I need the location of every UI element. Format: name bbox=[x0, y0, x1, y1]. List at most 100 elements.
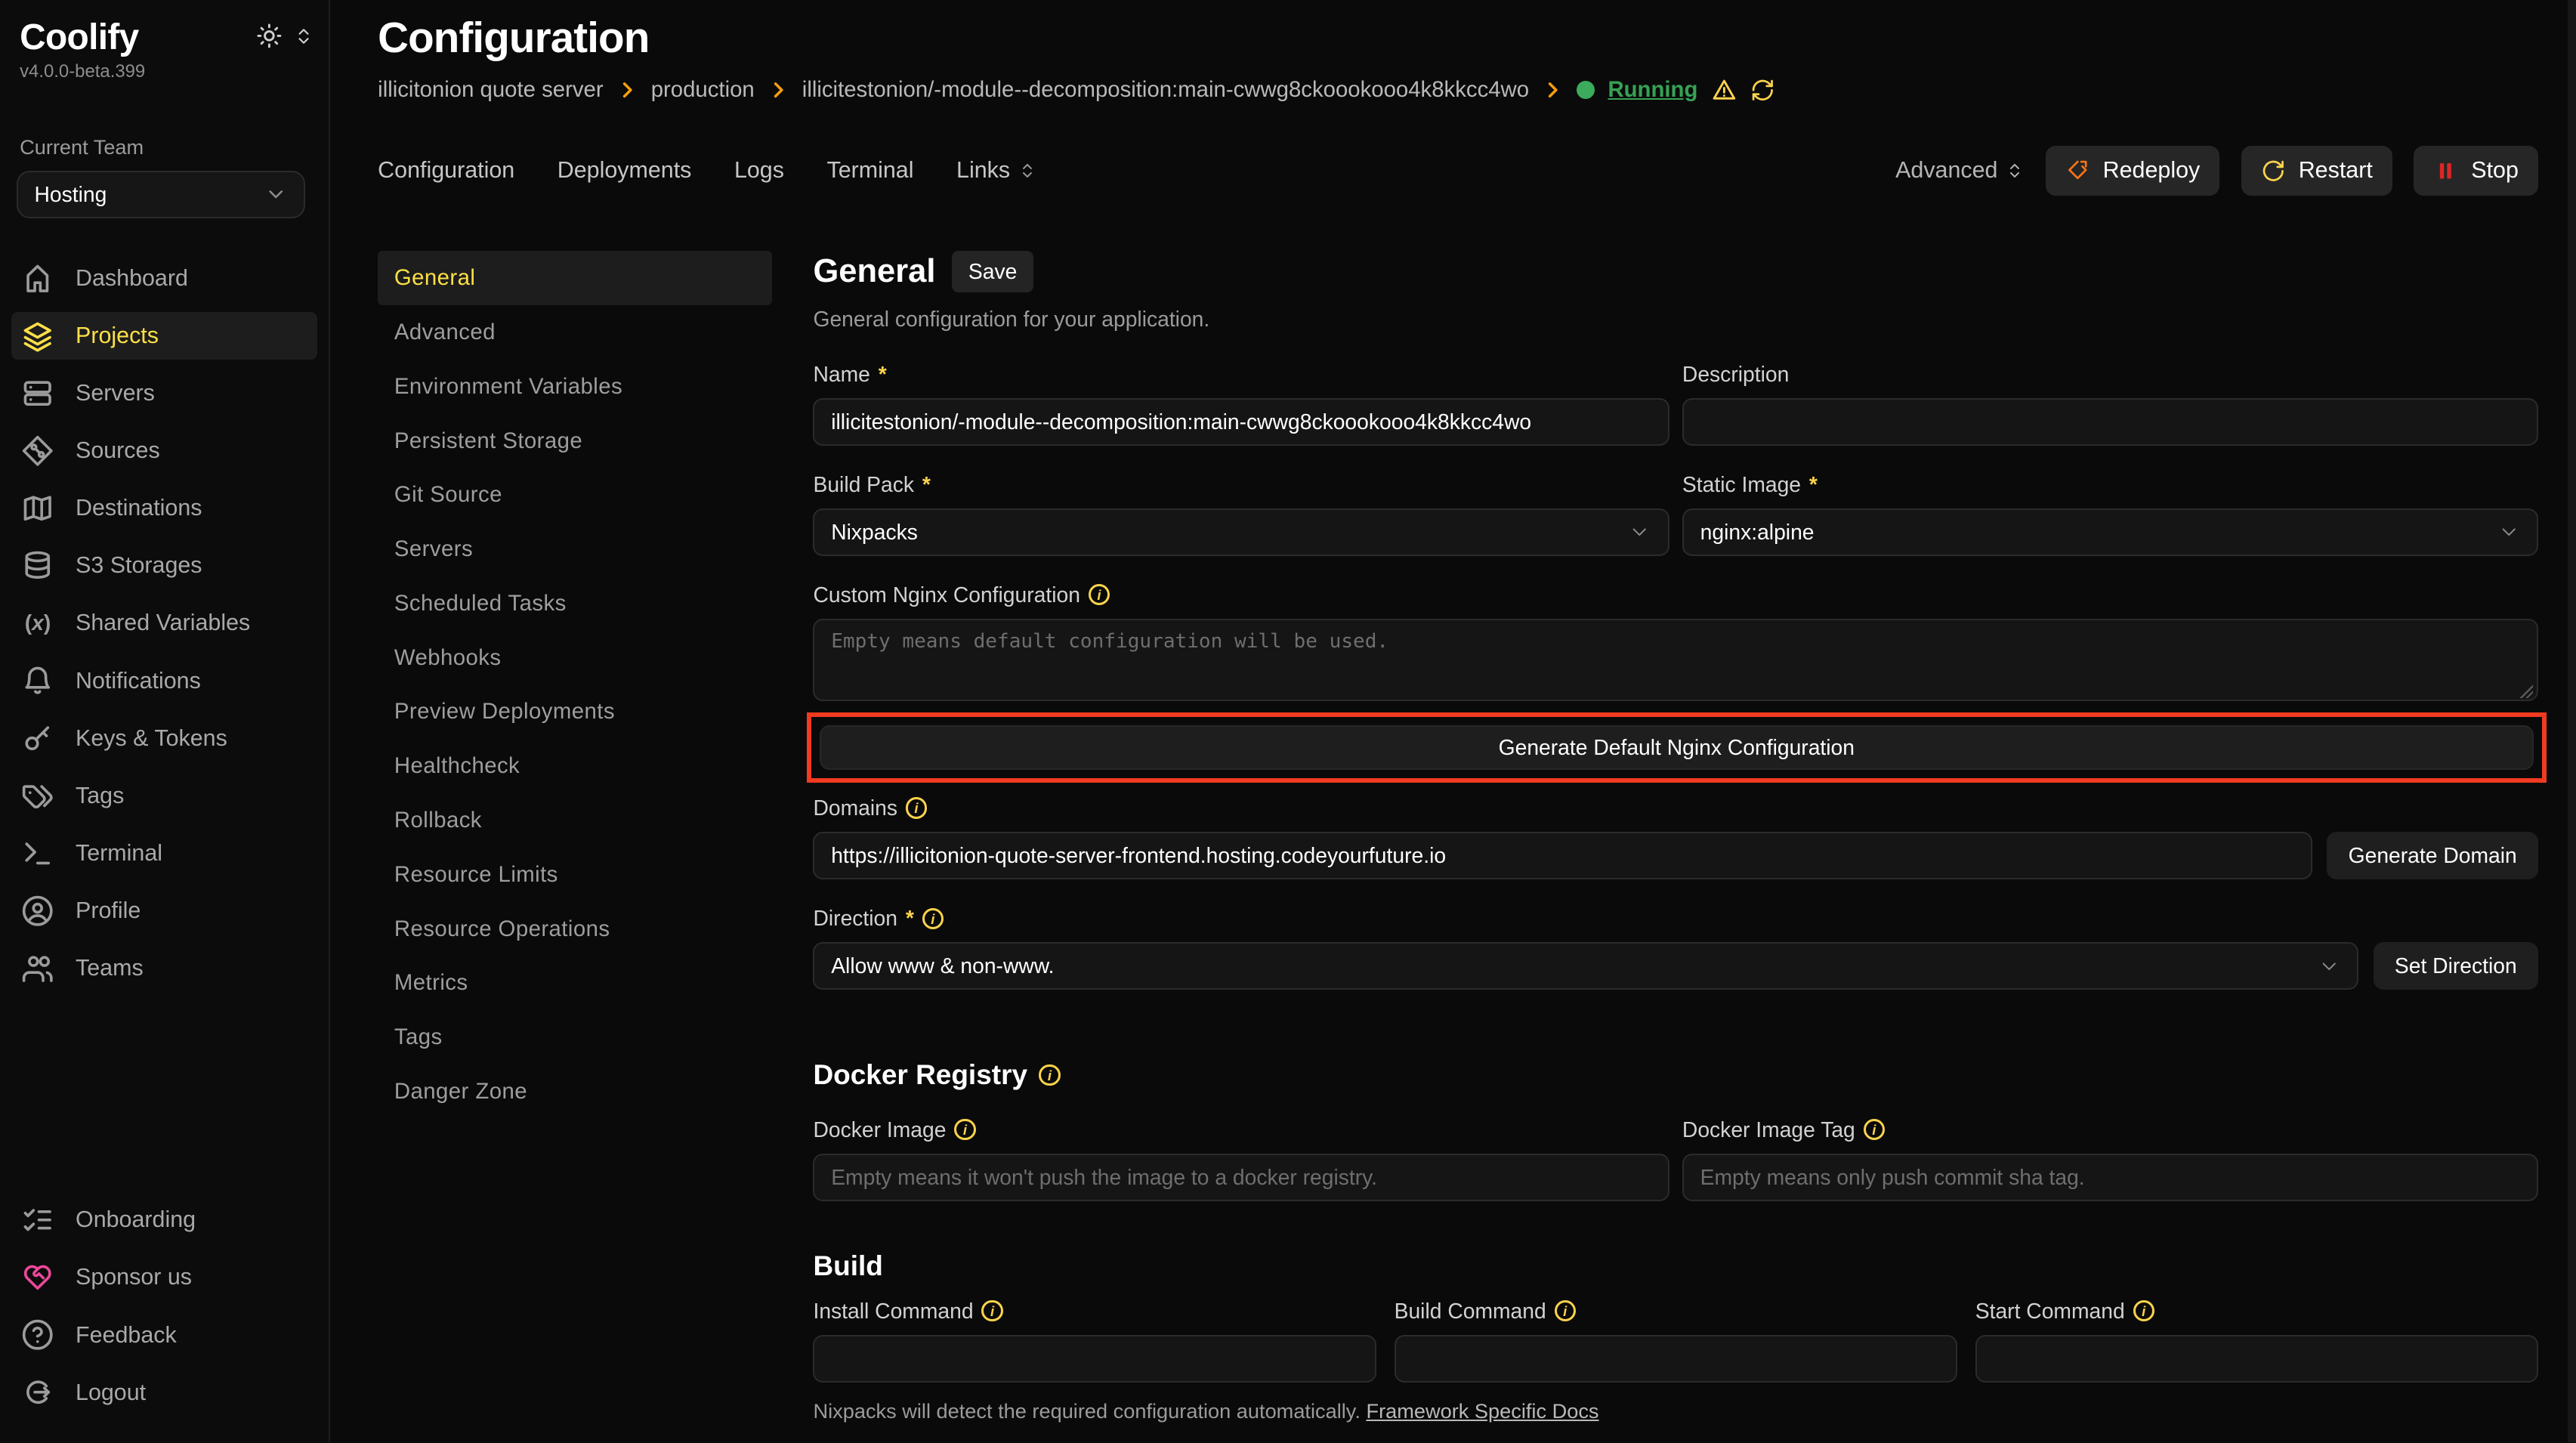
theme-chevrons-up-down-icon[interactable] bbox=[294, 26, 314, 46]
tab-links[interactable]: Links bbox=[956, 157, 1036, 184]
breadcrumb-project[interactable]: illicitonion quote server bbox=[378, 77, 603, 103]
info-icon[interactable]: i bbox=[2133, 1300, 2154, 1321]
subnav-item-resource-operations[interactable]: Resource Operations bbox=[378, 902, 772, 956]
sidebar-item-feedback[interactable]: Feedback bbox=[11, 1311, 317, 1358]
theme-sun-icon[interactable] bbox=[256, 23, 283, 49]
section-heading-general: General bbox=[813, 253, 935, 290]
sidebar-item-label: Onboarding bbox=[76, 1207, 196, 1233]
sidebar-item-destinations[interactable]: Destinations bbox=[11, 484, 317, 532]
sidebar-item-servers[interactable]: Servers bbox=[11, 369, 317, 417]
required-asterisk: * bbox=[879, 362, 887, 387]
generate-nginx-button[interactable]: Generate Default Nginx Configuration bbox=[820, 725, 2534, 770]
info-icon[interactable]: i bbox=[981, 1300, 1002, 1321]
subnav-item-metrics[interactable]: Metrics bbox=[378, 956, 772, 1010]
sidebar-item-dashboard[interactable]: Dashboard bbox=[11, 255, 317, 302]
sidebar-item-onboarding[interactable]: Onboarding bbox=[11, 1196, 317, 1244]
install-command-input[interactable] bbox=[813, 1335, 1376, 1383]
required-asterisk: * bbox=[922, 472, 931, 497]
static-image-select[interactable]: nginx:alpine bbox=[1682, 508, 2538, 556]
sidebar-item-label: Logout bbox=[76, 1380, 146, 1406]
sidebar-item-label: Destinations bbox=[76, 495, 202, 521]
help-circle-icon bbox=[21, 1318, 54, 1351]
subnav-item-rollback[interactable]: Rollback bbox=[378, 793, 772, 848]
redeploy-label: Redeploy bbox=[2103, 157, 2201, 184]
breadcrumb-environment[interactable]: production bbox=[651, 77, 755, 103]
warning-triangle-icon[interactable] bbox=[1711, 77, 1737, 104]
app-logo: Coolify bbox=[20, 17, 139, 58]
direction-select[interactable]: Allow www & non-www. bbox=[813, 942, 2358, 990]
sidebar-item-s3-storages[interactable]: S3 Storages bbox=[11, 542, 317, 589]
subnav-item-advanced[interactable]: Advanced bbox=[378, 305, 772, 360]
resize-handle-icon[interactable] bbox=[2519, 683, 2534, 698]
info-icon[interactable]: i bbox=[1039, 1064, 1060, 1086]
subnav-item-general[interactable]: General bbox=[378, 251, 772, 305]
sidebar-item-tags[interactable]: Tags bbox=[11, 772, 317, 820]
subnav-item-git-source[interactable]: Git Source bbox=[378, 468, 772, 523]
sidebar-item-label: Profile bbox=[76, 898, 141, 924]
build-command-input[interactable] bbox=[1395, 1335, 1957, 1383]
sidebar-item-logout[interactable]: Logout bbox=[11, 1369, 317, 1417]
subnav-item-persistent-storage[interactable]: Persistent Storage bbox=[378, 414, 772, 468]
build-pack-select[interactable]: Nixpacks bbox=[813, 508, 1669, 556]
direction-value: Allow www & non-www. bbox=[831, 953, 1054, 978]
subnav-item-danger-zone[interactable]: Danger Zone bbox=[378, 1064, 772, 1119]
docker-image-input[interactable] bbox=[813, 1154, 1669, 1201]
subnav-item-tags[interactable]: Tags bbox=[378, 1010, 772, 1064]
breadcrumb-resource[interactable]: illicitestonion/-module--decomposition:m… bbox=[802, 77, 1529, 103]
subnav-item-preview-deployments[interactable]: Preview Deployments bbox=[378, 685, 772, 740]
chevron-down-icon bbox=[264, 183, 287, 205]
advanced-dropdown[interactable]: Advanced bbox=[1895, 157, 2024, 184]
subnav-item-healthcheck[interactable]: Healthcheck bbox=[378, 739, 772, 793]
chevron-right-icon bbox=[768, 79, 789, 100]
sidebar-item-teams[interactable]: Teams bbox=[11, 944, 317, 992]
redeploy-button[interactable]: Redeploy bbox=[2046, 146, 2220, 195]
subnav-item-resource-limits[interactable]: Resource Limits bbox=[378, 848, 772, 902]
scrollbar[interactable] bbox=[2568, 0, 2576, 1442]
sidebar-item-label: Sponsor us bbox=[76, 1264, 192, 1290]
info-icon[interactable]: i bbox=[954, 1119, 975, 1140]
tab-deployments[interactable]: Deployments bbox=[558, 157, 692, 184]
subnav-item-webhooks[interactable]: Webhooks bbox=[378, 631, 772, 685]
team-select[interactable]: Hosting bbox=[17, 171, 306, 218]
restart-button[interactable]: Restart bbox=[2241, 146, 2392, 195]
framework-docs-link[interactable]: Framework Specific Docs bbox=[1366, 1399, 1598, 1423]
restart-label: Restart bbox=[2299, 157, 2373, 184]
info-icon[interactable]: i bbox=[1864, 1119, 1885, 1140]
docker-image-tag-input[interactable] bbox=[1682, 1154, 2538, 1201]
subnav-item-servers[interactable]: Servers bbox=[378, 522, 772, 576]
sidebar-item-shared-variables[interactable]: (x) Shared Variables bbox=[11, 599, 317, 647]
tab-configuration[interactable]: Configuration bbox=[378, 157, 514, 184]
description-input[interactable] bbox=[1682, 398, 2538, 446]
custom-nginx-textarea[interactable] bbox=[813, 619, 2538, 701]
sidebar-item-profile[interactable]: Profile bbox=[11, 887, 317, 935]
sidebar-item-terminal[interactable]: Terminal bbox=[11, 830, 317, 877]
info-icon[interactable]: i bbox=[1555, 1300, 1576, 1321]
start-command-input[interactable] bbox=[1975, 1335, 2538, 1383]
sidebar-item-sources[interactable]: Sources bbox=[11, 427, 317, 474]
sidebar-item-label: Notifications bbox=[76, 668, 201, 694]
info-icon[interactable]: i bbox=[906, 797, 927, 818]
sidebar-item-label: Teams bbox=[76, 955, 144, 981]
domains-input[interactable] bbox=[813, 832, 2312, 879]
info-icon[interactable]: i bbox=[922, 908, 944, 929]
save-button[interactable]: Save bbox=[952, 251, 1033, 292]
sidebar-item-sponsor-us[interactable]: Sponsor us bbox=[11, 1253, 317, 1301]
sidebar-item-label: Feedback bbox=[76, 1322, 177, 1349]
stop-button[interactable]: Stop bbox=[2414, 146, 2538, 195]
info-icon[interactable]: i bbox=[1089, 584, 1110, 605]
tab-logs[interactable]: Logs bbox=[734, 157, 784, 184]
name-input[interactable] bbox=[813, 398, 1669, 446]
sidebar-footer: Onboarding Sponsor us Feedback Logout bbox=[11, 1196, 317, 1426]
tab-terminal[interactable]: Terminal bbox=[826, 157, 913, 184]
sidebar-item-keys-tokens[interactable]: Keys & Tokens bbox=[11, 715, 317, 762]
sidebar-item-notifications[interactable]: Notifications bbox=[11, 657, 317, 705]
refresh-icon[interactable] bbox=[1750, 78, 1775, 103]
sidebar-item-projects[interactable]: Projects bbox=[11, 312, 317, 360]
set-direction-button[interactable]: Set Direction bbox=[2374, 942, 2538, 990]
annotation-highlight-box: Generate Default Nginx Configuration bbox=[807, 712, 2547, 782]
subnav-item-scheduled-tasks[interactable]: Scheduled Tasks bbox=[378, 576, 772, 631]
chevron-down-icon bbox=[2318, 955, 2340, 978]
subnav-item-environment-variables[interactable]: Environment Variables bbox=[378, 360, 772, 414]
generate-domain-button[interactable]: Generate Domain bbox=[2327, 832, 2538, 879]
status-badge[interactable]: Running bbox=[1608, 77, 1697, 103]
